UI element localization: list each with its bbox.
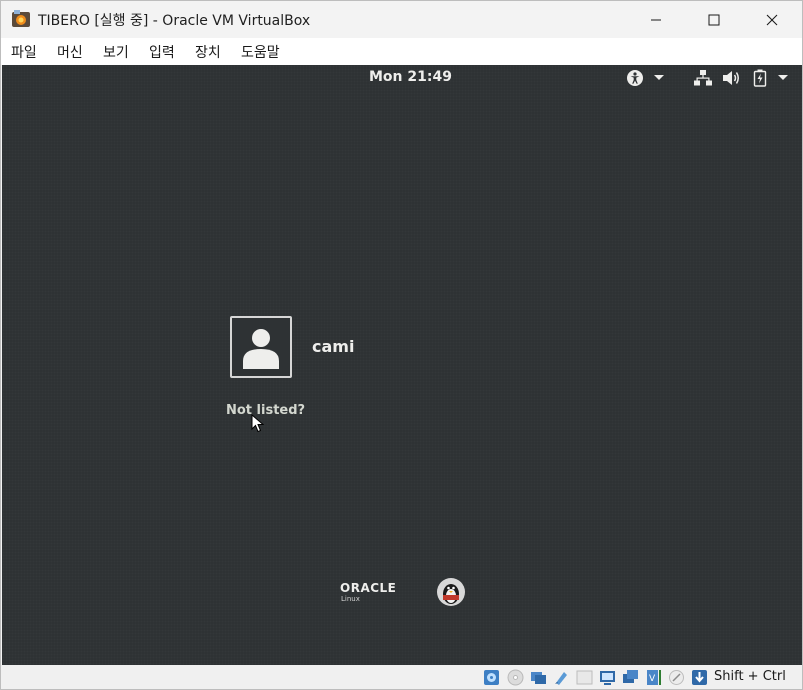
minimize-button[interactable] <box>627 1 685 38</box>
menu-devices[interactable]: 장치 <box>195 42 221 62</box>
guest-display[interactable]: Mon 21:49 cami Not listed? ORACLE Linux <box>2 65 802 665</box>
audio-icon[interactable] <box>530 669 547 686</box>
host-key-label: Shift + Ctrl <box>714 669 786 684</box>
display-icon[interactable] <box>622 669 639 686</box>
volume-icon[interactable] <box>722 69 742 87</box>
battery-icon[interactable] <box>753 69 767 87</box>
maximize-button[interactable] <box>685 1 743 38</box>
menu-input[interactable]: 입력 <box>149 42 175 62</box>
menu-view[interactable]: 보기 <box>103 42 129 62</box>
menu-help[interactable]: 도움말 <box>241 42 280 62</box>
accessibility-icon[interactable] <box>626 69 644 87</box>
status-bar: V Shift + Ctrl <box>1 665 802 689</box>
menu-bar: 파일 머신 보기 입력 장치 도움말 <box>1 38 802 65</box>
hard-disk-icon[interactable] <box>483 669 500 686</box>
virtualbox-window: TIBERO [실행 중] - Oracle VM VirtualBox 파일 … <box>0 0 803 690</box>
close-button[interactable] <box>743 1 801 38</box>
tux-penguin-icon <box>437 578 465 606</box>
svg-text:V: V <box>649 674 656 684</box>
recording-icon[interactable] <box>668 669 685 686</box>
top-bar-clock[interactable]: Mon 21:49 <box>369 69 452 85</box>
usb-icon[interactable] <box>576 669 593 686</box>
menu-machine[interactable]: 머신 <box>57 42 83 62</box>
menu-file[interactable]: 파일 <box>11 42 37 62</box>
user-avatar-button[interactable] <box>230 316 292 378</box>
oracle-wordmark: ORACLE <box>340 581 397 595</box>
mouse-pointer-icon <box>251 414 265 433</box>
user-name-label[interactable]: cami <box>312 337 354 356</box>
shared-folders-icon[interactable] <box>599 669 616 686</box>
maximize-icon <box>708 14 720 25</box>
linux-label: Linux <box>341 595 360 603</box>
virtualbox-app-icon <box>12 10 30 27</box>
window-title: TIBERO [실행 중] - Oracle VM VirtualBox <box>38 13 311 29</box>
network-adapter-icon[interactable] <box>553 669 570 686</box>
optical-drive-icon[interactable] <box>507 669 524 686</box>
video-capture-icon[interactable]: V <box>645 669 662 686</box>
not-listed-button[interactable]: Not listed? <box>226 403 305 418</box>
user-avatar-icon <box>243 329 279 369</box>
keyboard-capture-icon[interactable] <box>691 669 708 686</box>
close-icon <box>766 14 778 25</box>
title-bar[interactable]: TIBERO [실행 중] - Oracle VM VirtualBox <box>1 1 802 38</box>
oracle-linux-logo: ORACLE Linux <box>340 582 396 604</box>
chevron-down-icon[interactable] <box>777 74 789 82</box>
network-icon[interactable] <box>694 69 712 87</box>
minimize-icon <box>651 19 661 20</box>
chevron-down-icon[interactable] <box>653 74 665 82</box>
